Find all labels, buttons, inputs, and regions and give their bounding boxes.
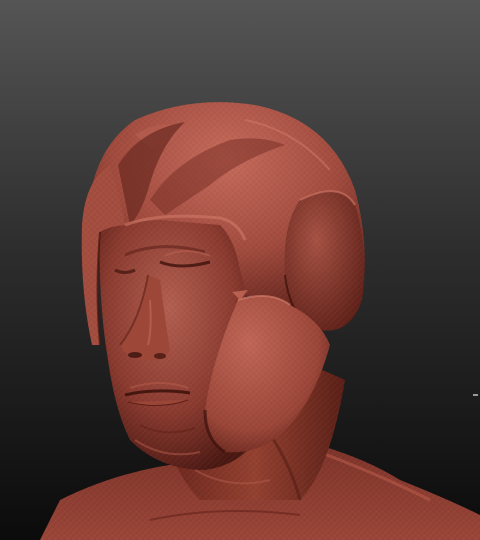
- sculpt-render: [0, 0, 480, 540]
- sculpt-viewport: [0, 0, 480, 540]
- viewport-edge-marker: [473, 394, 478, 396]
